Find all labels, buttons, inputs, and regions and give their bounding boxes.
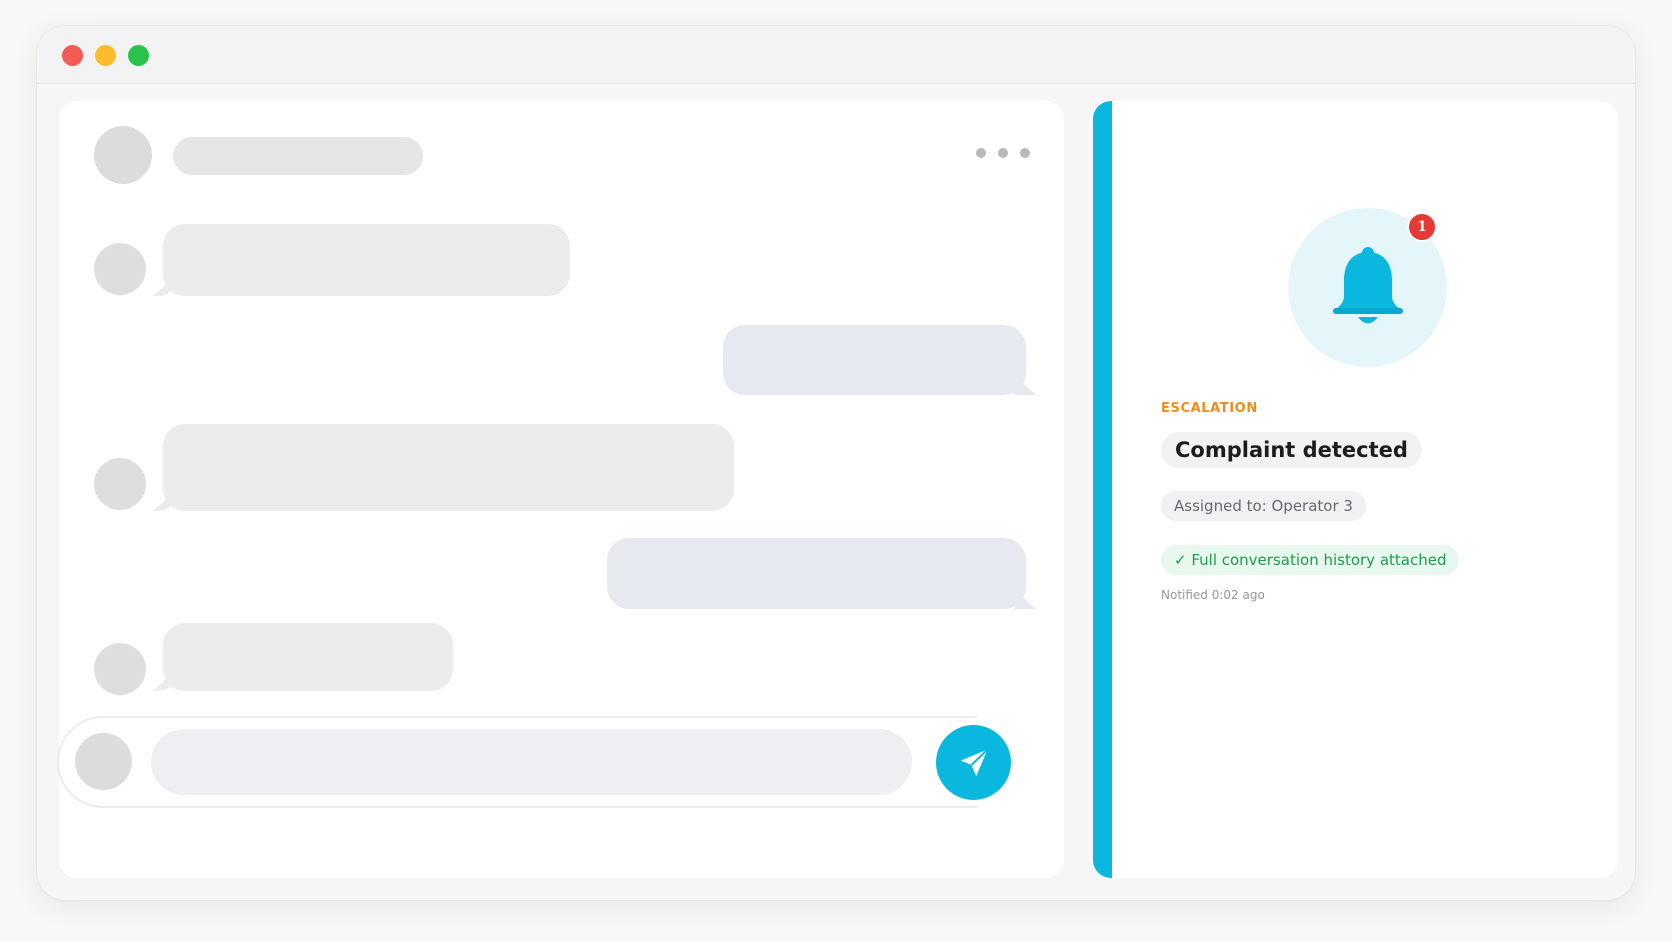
incoming-message-bubble <box>163 424 734 511</box>
dot <box>998 148 1008 158</box>
message-avatar <box>94 243 146 295</box>
incoming-message-bubble <box>163 224 570 296</box>
outgoing-message-bubble <box>607 538 1026 609</box>
message-input[interactable] <box>151 729 912 795</box>
assigned-operator-chip: Assigned to: Operator 3 <box>1161 491 1366 521</box>
accent-bar <box>1093 101 1112 878</box>
maximize-window-button[interactable] <box>128 45 149 66</box>
close-window-button[interactable] <box>62 45 83 66</box>
history-attached-chip: ✓ Full conversation history attached <box>1161 545 1460 575</box>
incoming-message-bubble <box>163 623 453 691</box>
notification-title: Complaint detected <box>1161 432 1422 468</box>
paper-plane-icon <box>960 748 988 776</box>
contact-name-placeholder <box>173 137 423 175</box>
app-window: 1 ESCALATION Complaint detected Assigned… <box>37 26 1635 900</box>
more-options-icon[interactable] <box>976 144 1030 162</box>
escalation-notification-panel: 1 ESCALATION Complaint detected Assigned… <box>1093 101 1618 878</box>
send-button[interactable] <box>936 725 1011 800</box>
dot <box>1020 148 1030 158</box>
composer-avatar <box>75 733 132 790</box>
dot <box>976 148 986 158</box>
notification-category: ESCALATION <box>1161 401 1258 416</box>
bell-icon <box>1332 246 1403 323</box>
contact-avatar <box>94 126 152 184</box>
outgoing-message-bubble <box>723 325 1026 395</box>
message-avatar <box>94 643 146 695</box>
notification-count-badge: 1 <box>1407 212 1437 242</box>
message-avatar <box>94 458 146 510</box>
notification-timestamp: Notified 0:02 ago <box>1161 588 1265 602</box>
title-bar <box>37 26 1635 84</box>
minimize-window-button[interactable] <box>95 45 116 66</box>
